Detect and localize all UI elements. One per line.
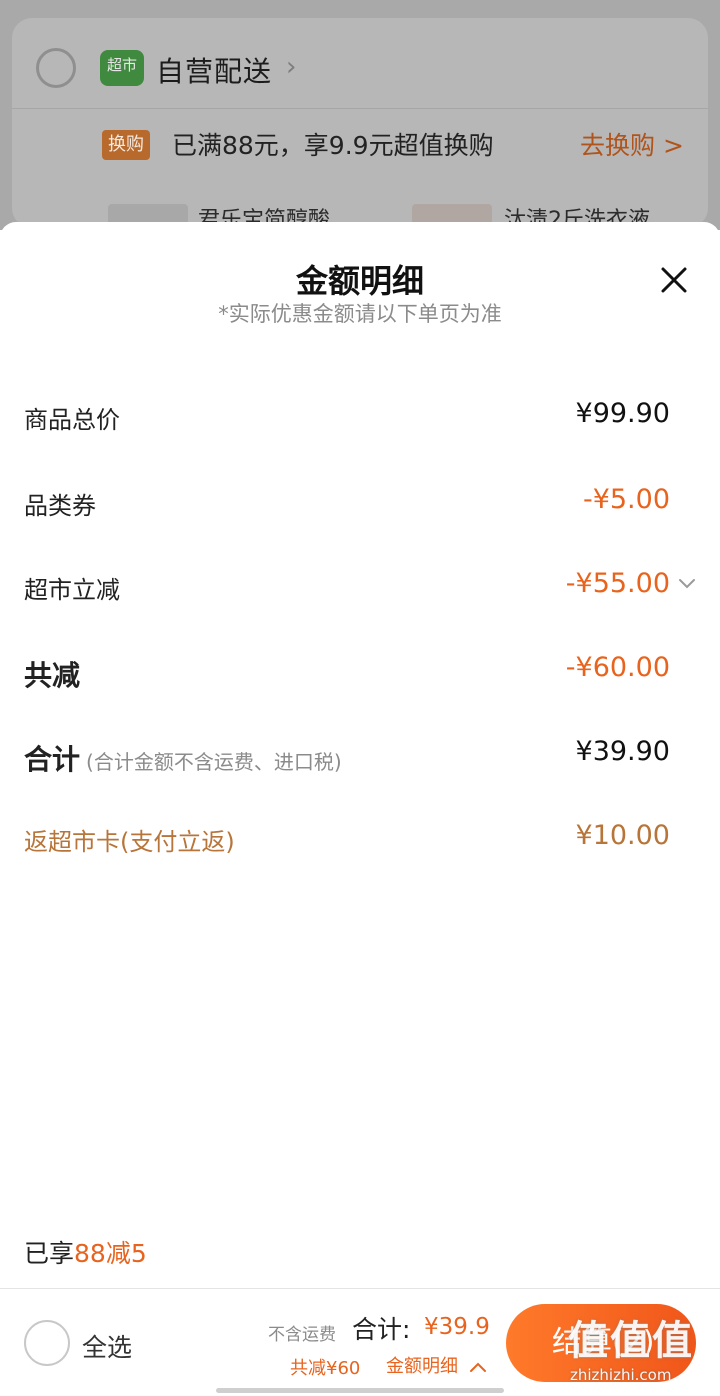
sheet-title: 金额明细 [295, 262, 424, 300]
amount-detail-toggle[interactable]: 金额明细 [386, 1352, 488, 1378]
watermark: 值值值 zhizhizhi.com [560, 1296, 720, 1396]
row-note: (合计金额不含运费、进口税) [86, 750, 342, 774]
enjoyed-promo: 已享88减5 [24, 1234, 147, 1270]
row-value: -¥5.00 [582, 484, 670, 515]
row-cashback: 返超市卡(支付立返) ¥10.00 [24, 814, 670, 864]
total-label: 合计: [352, 1315, 411, 1344]
store-select-radio [36, 48, 76, 88]
divider [12, 108, 708, 109]
close-icon [661, 267, 687, 293]
row-category-coupon: 品类券 -¥5.00 [24, 478, 670, 528]
store-section-title: 自营配送 [156, 55, 273, 88]
row-grand-total: 合计 (合计金额不含运费、进口税) ¥39.90 [24, 730, 670, 780]
watermark-logo: 值值值 [568, 1318, 694, 1364]
chevron-down-icon[interactable] [676, 572, 698, 594]
row-label: 商品总价 [24, 406, 120, 434]
row-value: ¥99.90 [575, 398, 670, 429]
chevron-right-icon: › [286, 52, 297, 82]
chevron-up-icon [469, 1362, 486, 1372]
row-value: ¥10.00 [575, 820, 670, 851]
row-supermarket-discount[interactable]: 超市立减 -¥55.00 [24, 562, 670, 612]
row-label-wrap: 合计 (合计金额不含运费、进口税) [24, 738, 342, 778]
home-indicator[interactable] [216, 1388, 504, 1393]
watermark-url: zhizhizhi.com [570, 1366, 672, 1384]
row-label: 合计 [24, 743, 81, 776]
divider [0, 1288, 720, 1289]
promo-text: 已满88元，享9.9元超值换购 [172, 131, 494, 160]
close-button[interactable] [656, 262, 692, 298]
enjoyed-highlight: 88减5 [74, 1239, 147, 1268]
row-total-saved: 共减 -¥60.00 [24, 646, 670, 696]
row-label: 超市立减 [24, 576, 120, 604]
total-value: ¥39.9 [424, 1314, 490, 1340]
enjoyed-prefix: 已享 [24, 1239, 75, 1268]
select-all-label[interactable]: 全选 [82, 1328, 132, 1364]
supermarket-badge: 超市 [100, 50, 144, 86]
row-value: -¥60.00 [565, 652, 670, 683]
saved-amount: 共减¥60 [290, 1358, 361, 1379]
promo-action-link: 去换购 > [580, 131, 684, 160]
sheet-subtitle: *实际优惠金额请以下单页为准 [218, 302, 502, 326]
row-value: ¥39.90 [575, 736, 670, 767]
row-label: 共减 [24, 659, 81, 692]
row-value: -¥55.00 [565, 568, 670, 599]
row-goods-total: 商品总价 ¥99.90 [24, 392, 670, 442]
no-shipping-note: 不含运费 [268, 1325, 336, 1345]
amount-detail-label: 金额明细 [386, 1356, 458, 1377]
row-label: 品类券 [24, 492, 96, 520]
promo-badge: 换购 [102, 130, 150, 160]
select-all-radio[interactable] [24, 1320, 70, 1366]
background-overlay: 超市 自营配送 › 换购 已满88元，享9.9元超值换购 去换购 > 君乐宝简醇… [0, 0, 720, 230]
row-label: 返超市卡(支付立返) [24, 828, 235, 856]
amount-detail-sheet: 金额明细 *实际优惠金额请以下单页为准 商品总价 ¥99.90 品类券 -¥5.… [0, 222, 720, 1396]
cart-store-card: 超市 自营配送 › 换购 已满88元，享9.9元超值换购 去换购 > 君乐宝简醇… [12, 18, 708, 228]
